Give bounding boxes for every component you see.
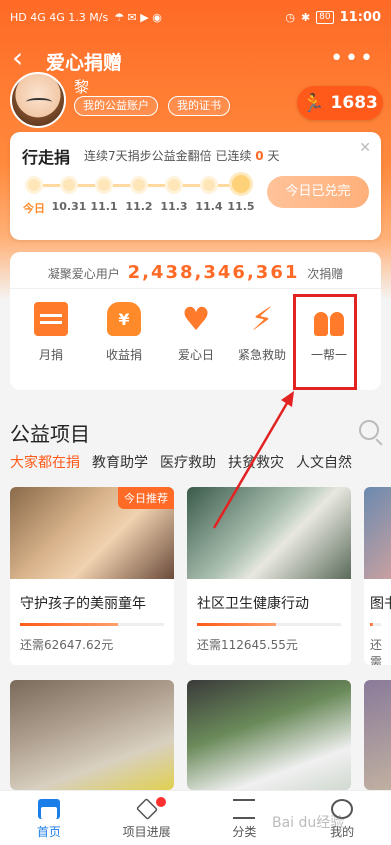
watermark: Bai du经验 bbox=[272, 815, 345, 831]
home-icon bbox=[37, 799, 60, 819]
nav-project-progress[interactable]: 项目进展 bbox=[98, 791, 196, 845]
annotation-arrow bbox=[212, 391, 294, 529]
nav-label: 首页 bbox=[36, 825, 61, 839]
list-icon bbox=[233, 799, 256, 819]
nav-label: 项目进展 bbox=[122, 825, 171, 839]
nav-home[interactable]: 首页 bbox=[0, 791, 98, 845]
layers-icon bbox=[135, 797, 158, 821]
notification-dot bbox=[155, 797, 166, 807]
